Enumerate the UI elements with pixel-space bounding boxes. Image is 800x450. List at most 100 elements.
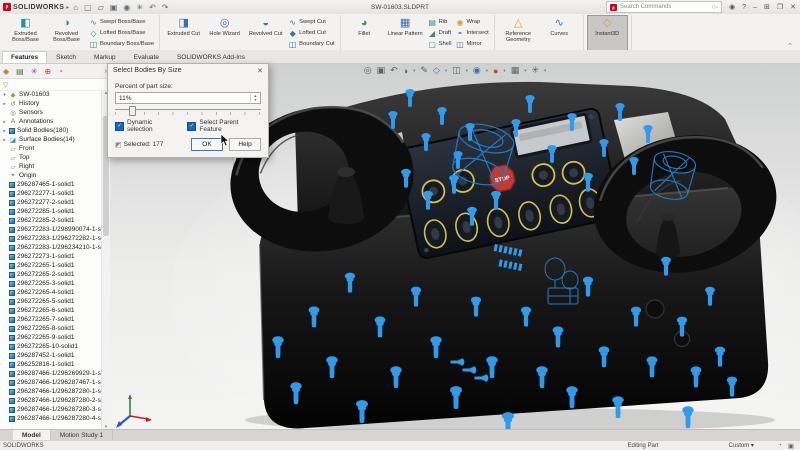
featuremanager-tree-tab[interactable]: ◆ [3, 67, 9, 76]
ribbon-button-shell[interactable]: ▢Shell [428, 40, 452, 49]
tree-solid-body-item[interactable]: 296287466-1/296287280-1-solid1 [0, 387, 102, 396]
apply-scene-icon[interactable]: ▦ [511, 65, 520, 76]
dialog-close-icon[interactable]: ✕ [257, 67, 263, 75]
tree-node-sensors[interactable]: ◎Sensors [0, 108, 102, 117]
tree-node-origin[interactable]: ⌖Origin [0, 171, 102, 180]
tab-solidworks-add-ins[interactable]: SOLIDWORKS Add-Ins [168, 51, 254, 63]
select-bodies-by-size-dialog[interactable]: Select Bodies By Size ✕ Percent of part … [107, 63, 269, 158]
expand-arrow-icon[interactable]: ▸ [2, 137, 7, 143]
tree-node-history[interactable]: ▸↺History [0, 99, 102, 108]
ribbon-button-wrap[interactable]: ◉Wrap [455, 18, 488, 27]
ribbon-button-mirror[interactable]: ◫Mirror [455, 40, 488, 49]
undo-icon[interactable]: ↶ [149, 3, 156, 12]
window-layout-icon[interactable]: ⊞ [764, 3, 770, 11]
tree-solid-body-item[interactable]: 296287466-1/296269929-1-solid1 [0, 369, 102, 378]
tree-solid-body-item[interactable]: 296287466-1/296287280-2-solid1 [0, 396, 102, 405]
save-icon[interactable]: ▣ [110, 3, 118, 12]
ribbon-button-revolved-cut[interactable]: ◒Revolved Cut [245, 15, 286, 51]
tree-solid-body-item[interactable]: 296272285-2-solid1 [0, 216, 102, 225]
expand-arrow-icon[interactable]: ▸ [2, 128, 7, 134]
tree-solid-body-item[interactable]: 296272265-3-solid1 [0, 279, 102, 288]
redo-icon[interactable]: ↷ [162, 3, 169, 12]
tree-solid-body-item[interactable]: 296272265-9-solid1 [0, 333, 102, 342]
tree-solid-body-item[interactable]: 296272283-1/296272282-1-solid1 [0, 234, 102, 243]
close-button[interactable]: ✕ [790, 3, 796, 11]
tree-node-annotations[interactable]: ▸AAnnotations [0, 117, 102, 126]
configuration-manager-tab[interactable]: ✳ [31, 67, 38, 76]
tree-solid-body-item[interactable]: 296272277-1-solid1 [0, 189, 102, 198]
minimize-button[interactable]: – [753, 4, 757, 11]
percent-value[interactable]: 11% [116, 95, 250, 102]
rebuild-icon[interactable]: ◉ [123, 3, 130, 12]
search-icon[interactable]: ○˴ [711, 4, 718, 11]
ribbon-button-lofted-cut[interactable]: ◆Lofted Cut [288, 29, 334, 38]
help-button[interactable]: Help [229, 138, 261, 151]
edit-appearance-icon[interactable]: ● [493, 66, 498, 76]
tree-solid-body-item[interactable]: 296272283-1/296234210-1-solid1 [0, 243, 102, 252]
home-icon[interactable]: ⌂ [73, 3, 78, 12]
tree-node-surface-bodies-14[interactable]: ▸◪Surface Bodies(14) [0, 135, 102, 144]
expand-arrow-icon[interactable]: ▸ [2, 101, 7, 107]
percent-slider[interactable] [115, 106, 261, 116]
spinner-buttons[interactable]: ▲▼ [250, 94, 260, 102]
options-icon[interactable]: ✳ [136, 3, 143, 12]
previous-view-icon[interactable]: ↶ [390, 65, 398, 76]
tree-node-right[interactable]: ▱Right [0, 162, 102, 171]
tree-solid-body-item[interactable]: 296252816-1-solid1 [0, 360, 102, 369]
ribbon-button-rib[interactable]: ▤Rib [428, 18, 452, 27]
ribbon-button-extruded-cut[interactable]: ◨Extruded Cut [163, 15, 204, 51]
hide-show-items-icon[interactable]: ◉ [473, 65, 481, 76]
filter-icon[interactable]: ▽ [3, 81, 8, 89]
dropdown-caret-icon[interactable]: ▾ [486, 68, 488, 74]
zoom-to-fit-icon[interactable]: ◎ [364, 65, 372, 76]
tree-solid-body-item[interactable]: 296287466-1/296287280-4-solid1 [0, 414, 102, 423]
tree-node-top[interactable]: ▱Top [0, 153, 102, 162]
help-icon[interactable]: ? [742, 4, 746, 11]
tree-solid-body-item[interactable]: 296272265-6-solid1 [0, 306, 102, 315]
tree-node-front[interactable]: ▱Front [0, 144, 102, 153]
tree-solid-body-item[interactable]: 296272277-2-solid1 [0, 198, 102, 207]
ribbon-button-curves[interactable]: ∿Curves [539, 15, 580, 51]
dropdown-caret-icon[interactable]: ▾ [445, 68, 447, 74]
tree-solid-body-item[interactable]: 296287466-1/296287467-1-solid1 [0, 378, 102, 387]
display-style-icon[interactable]: ◫ [452, 65, 461, 76]
tree-solid-body-item[interactable]: 296272265-5-solid1 [0, 297, 102, 306]
tree-solid-body-item[interactable]: 296287452-1-solid1 [0, 351, 102, 360]
ribbon-button-swept-cut[interactable]: ∿Swept Cut [288, 18, 334, 27]
display-manager-tab[interactable]: ◔ [58, 67, 63, 76]
ribbon-button-extruded-boss-base[interactable]: ◧Extruded Boss/Base [5, 15, 46, 51]
tree-solid-body-item[interactable]: 296272283-1/298990074-1-solid1 [0, 225, 102, 234]
ribbon-button-instant3d[interactable]: ◇Instant3D [587, 15, 628, 51]
percent-spinbox[interactable]: 11% ▲▼ [115, 92, 261, 104]
tab-features[interactable]: Features [2, 51, 47, 63]
dropdown-caret-icon[interactable]: ▾ [503, 68, 505, 74]
dropdown-caret-icon[interactable]: ▾ [524, 68, 526, 74]
ribbon-button-boundary-cut[interactable]: ◫Boundary Cut [288, 40, 334, 49]
ribbon-button-reference-geometry[interactable]: △Reference Geometry [498, 15, 539, 51]
tree-solid-body-item[interactable]: 296272273-1-solid1 [0, 252, 102, 261]
zoom-to-area-icon[interactable]: ▣ [377, 65, 386, 76]
tree-solid-body-item[interactable]: 296287465-1-solid1 [0, 180, 102, 189]
ribbon-button-revolved-boss-base[interactable]: ◑Revolved Boss/Base [46, 15, 87, 51]
dropdown-caret-icon[interactable]: ▾ [413, 68, 415, 74]
dropdown-caret-icon[interactable]: ▾ [544, 68, 546, 74]
tree-solid-body-item[interactable]: 296272265-10-solid1 [0, 342, 102, 351]
units-selector[interactable]: Custom ▾ [729, 442, 754, 449]
tree-node-solid-bodies-180[interactable]: ▸Solid Bodies(180) [0, 126, 102, 135]
tree-root-expand-icon[interactable]: ▾ [2, 92, 7, 98]
restore-button[interactable]: ❐ [777, 3, 783, 11]
tree-solid-body-item[interactable]: 296272265-1-solid1 [0, 261, 102, 270]
view-orientation-icon[interactable]: ◇ [433, 65, 440, 76]
dropdown-caret-icon[interactable]: ▾ [466, 68, 468, 74]
menu-expand-arrow-icon[interactable]: ▸ [66, 4, 69, 11]
search-commands-box[interactable]: ʂ Search Commands ○˴ [606, 1, 722, 13]
section-view-icon[interactable]: ◑ [403, 66, 408, 76]
tab-markup[interactable]: Markup [85, 51, 125, 63]
tab-evaluate[interactable]: Evaluate [125, 51, 168, 63]
ribbon-button-fillet[interactable]: ◕Fillet [344, 15, 385, 51]
slider-track[interactable] [115, 109, 261, 110]
ribbon-button-intersect[interactable]: ◓Intersect [455, 29, 488, 38]
tree-solid-body-item[interactable]: 296272265-2-solid1 [0, 270, 102, 279]
ribbon-button-boundary-boss-base[interactable]: ◫Boundary Boss/Base [89, 40, 154, 49]
open-icon[interactable]: ▱ [98, 3, 104, 12]
